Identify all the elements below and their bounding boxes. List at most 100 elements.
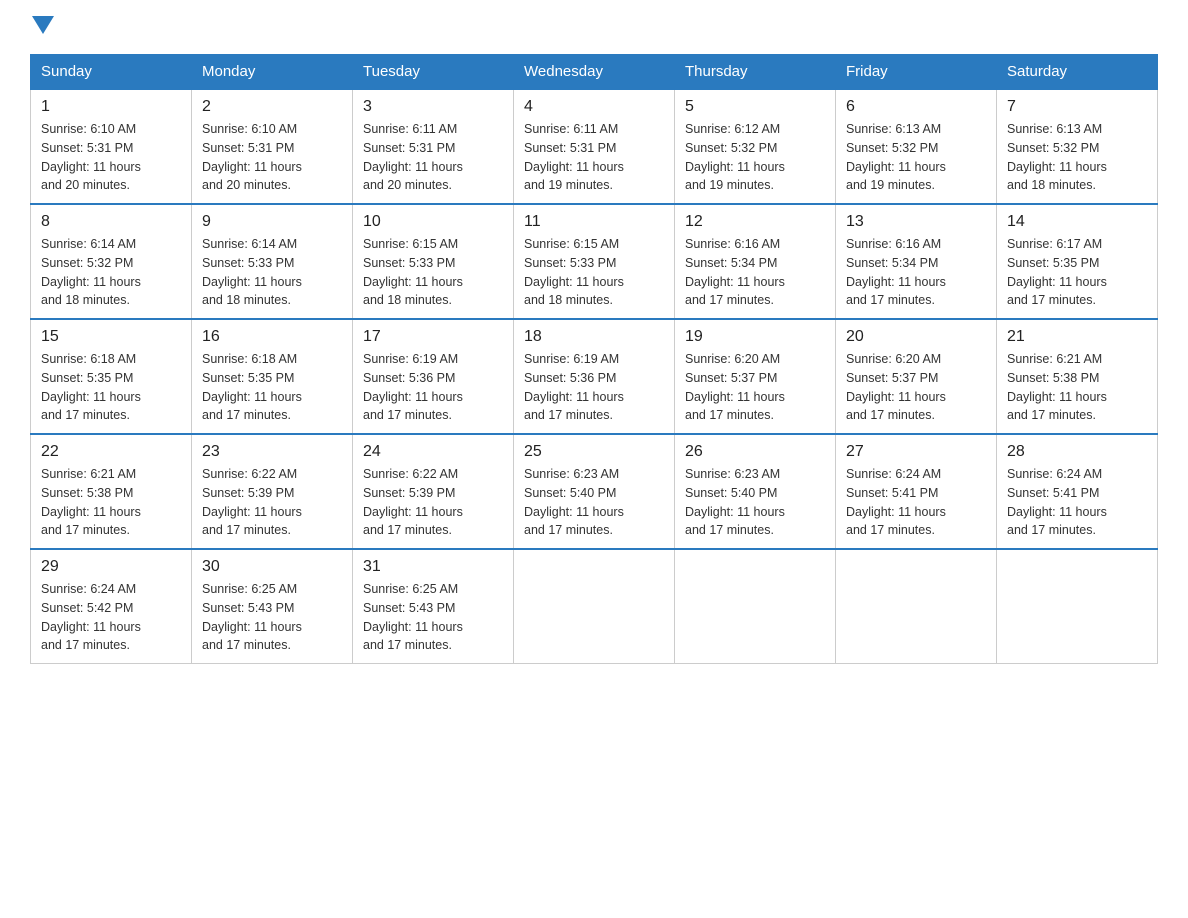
calendar-table: SundayMondayTuesdayWednesdayThursdayFrid… — [30, 54, 1158, 664]
day-info: Sunrise: 6:20 AMSunset: 5:37 PMDaylight:… — [846, 350, 986, 425]
day-info: Sunrise: 6:10 AMSunset: 5:31 PMDaylight:… — [41, 120, 181, 195]
calendar-cell: 22 Sunrise: 6:21 AMSunset: 5:38 PMDaylig… — [31, 434, 192, 549]
day-info: Sunrise: 6:22 AMSunset: 5:39 PMDaylight:… — [363, 465, 503, 540]
day-number: 20 — [846, 328, 986, 346]
day-of-week-header: Thursday — [675, 55, 836, 90]
calendar-cell: 23 Sunrise: 6:22 AMSunset: 5:39 PMDaylig… — [192, 434, 353, 549]
calendar-cell: 28 Sunrise: 6:24 AMSunset: 5:41 PMDaylig… — [997, 434, 1158, 549]
day-number: 21 — [1007, 328, 1147, 346]
day-of-week-header: Monday — [192, 55, 353, 90]
calendar-cell: 27 Sunrise: 6:24 AMSunset: 5:41 PMDaylig… — [836, 434, 997, 549]
day-info: Sunrise: 6:23 AMSunset: 5:40 PMDaylight:… — [685, 465, 825, 540]
calendar-cell: 30 Sunrise: 6:25 AMSunset: 5:43 PMDaylig… — [192, 549, 353, 664]
calendar-week-row: 8 Sunrise: 6:14 AMSunset: 5:32 PMDayligh… — [31, 204, 1158, 319]
calendar-cell: 26 Sunrise: 6:23 AMSunset: 5:40 PMDaylig… — [675, 434, 836, 549]
day-info: Sunrise: 6:25 AMSunset: 5:43 PMDaylight:… — [202, 580, 342, 655]
day-number: 30 — [202, 558, 342, 576]
day-info: Sunrise: 6:24 AMSunset: 5:41 PMDaylight:… — [846, 465, 986, 540]
day-number: 1 — [41, 98, 181, 116]
day-number: 23 — [202, 443, 342, 461]
calendar-cell: 17 Sunrise: 6:19 AMSunset: 5:36 PMDaylig… — [353, 319, 514, 434]
calendar-cell: 13 Sunrise: 6:16 AMSunset: 5:34 PMDaylig… — [836, 204, 997, 319]
page-header — [30, 20, 1158, 34]
day-info: Sunrise: 6:23 AMSunset: 5:40 PMDaylight:… — [524, 465, 664, 540]
calendar-cell: 16 Sunrise: 6:18 AMSunset: 5:35 PMDaylig… — [192, 319, 353, 434]
day-info: Sunrise: 6:19 AMSunset: 5:36 PMDaylight:… — [363, 350, 503, 425]
day-number: 3 — [363, 98, 503, 116]
calendar-cell: 18 Sunrise: 6:19 AMSunset: 5:36 PMDaylig… — [514, 319, 675, 434]
day-info: Sunrise: 6:11 AMSunset: 5:31 PMDaylight:… — [363, 120, 503, 195]
day-of-week-header: Wednesday — [514, 55, 675, 90]
day-number: 22 — [41, 443, 181, 461]
calendar-cell: 14 Sunrise: 6:17 AMSunset: 5:35 PMDaylig… — [997, 204, 1158, 319]
day-number: 13 — [846, 213, 986, 231]
calendar-cell: 25 Sunrise: 6:23 AMSunset: 5:40 PMDaylig… — [514, 434, 675, 549]
calendar-cell: 4 Sunrise: 6:11 AMSunset: 5:31 PMDayligh… — [514, 89, 675, 204]
day-number: 7 — [1007, 98, 1147, 116]
day-of-week-header: Sunday — [31, 55, 192, 90]
calendar-cell: 15 Sunrise: 6:18 AMSunset: 5:35 PMDaylig… — [31, 319, 192, 434]
day-info: Sunrise: 6:12 AMSunset: 5:32 PMDaylight:… — [685, 120, 825, 195]
day-info: Sunrise: 6:14 AMSunset: 5:33 PMDaylight:… — [202, 235, 342, 310]
calendar-cell: 10 Sunrise: 6:15 AMSunset: 5:33 PMDaylig… — [353, 204, 514, 319]
day-info: Sunrise: 6:13 AMSunset: 5:32 PMDaylight:… — [1007, 120, 1147, 195]
day-number: 15 — [41, 328, 181, 346]
day-info: Sunrise: 6:25 AMSunset: 5:43 PMDaylight:… — [363, 580, 503, 655]
day-info: Sunrise: 6:16 AMSunset: 5:34 PMDaylight:… — [846, 235, 986, 310]
calendar-cell — [836, 549, 997, 664]
day-number: 2 — [202, 98, 342, 116]
day-number: 4 — [524, 98, 664, 116]
day-info: Sunrise: 6:16 AMSunset: 5:34 PMDaylight:… — [685, 235, 825, 310]
calendar-cell: 7 Sunrise: 6:13 AMSunset: 5:32 PMDayligh… — [997, 89, 1158, 204]
day-of-week-header: Friday — [836, 55, 997, 90]
calendar-cell: 24 Sunrise: 6:22 AMSunset: 5:39 PMDaylig… — [353, 434, 514, 549]
day-info: Sunrise: 6:21 AMSunset: 5:38 PMDaylight:… — [41, 465, 181, 540]
day-number: 9 — [202, 213, 342, 231]
calendar-cell: 19 Sunrise: 6:20 AMSunset: 5:37 PMDaylig… — [675, 319, 836, 434]
day-info: Sunrise: 6:10 AMSunset: 5:31 PMDaylight:… — [202, 120, 342, 195]
day-info: Sunrise: 6:24 AMSunset: 5:41 PMDaylight:… — [1007, 465, 1147, 540]
day-of-week-header: Tuesday — [353, 55, 514, 90]
day-info: Sunrise: 6:22 AMSunset: 5:39 PMDaylight:… — [202, 465, 342, 540]
calendar-week-row: 1 Sunrise: 6:10 AMSunset: 5:31 PMDayligh… — [31, 89, 1158, 204]
day-number: 29 — [41, 558, 181, 576]
day-info: Sunrise: 6:18 AMSunset: 5:35 PMDaylight:… — [202, 350, 342, 425]
day-info: Sunrise: 6:18 AMSunset: 5:35 PMDaylight:… — [41, 350, 181, 425]
logo — [30, 20, 54, 34]
day-number: 25 — [524, 443, 664, 461]
day-number: 16 — [202, 328, 342, 346]
day-of-week-header: Saturday — [997, 55, 1158, 90]
day-number: 12 — [685, 213, 825, 231]
day-number: 11 — [524, 213, 664, 231]
calendar-cell: 11 Sunrise: 6:15 AMSunset: 5:33 PMDaylig… — [514, 204, 675, 319]
calendar-cell: 9 Sunrise: 6:14 AMSunset: 5:33 PMDayligh… — [192, 204, 353, 319]
day-number: 19 — [685, 328, 825, 346]
calendar-cell: 20 Sunrise: 6:20 AMSunset: 5:37 PMDaylig… — [836, 319, 997, 434]
logo-triangle-icon — [32, 16, 54, 38]
calendar-header-row: SundayMondayTuesdayWednesdayThursdayFrid… — [31, 55, 1158, 90]
day-number: 10 — [363, 213, 503, 231]
calendar-cell: 21 Sunrise: 6:21 AMSunset: 5:38 PMDaylig… — [997, 319, 1158, 434]
calendar-cell: 2 Sunrise: 6:10 AMSunset: 5:31 PMDayligh… — [192, 89, 353, 204]
calendar-cell: 1 Sunrise: 6:10 AMSunset: 5:31 PMDayligh… — [31, 89, 192, 204]
day-info: Sunrise: 6:11 AMSunset: 5:31 PMDaylight:… — [524, 120, 664, 195]
calendar-cell: 3 Sunrise: 6:11 AMSunset: 5:31 PMDayligh… — [353, 89, 514, 204]
calendar-cell: 5 Sunrise: 6:12 AMSunset: 5:32 PMDayligh… — [675, 89, 836, 204]
calendar-cell: 29 Sunrise: 6:24 AMSunset: 5:42 PMDaylig… — [31, 549, 192, 664]
calendar-week-row: 15 Sunrise: 6:18 AMSunset: 5:35 PMDaylig… — [31, 319, 1158, 434]
calendar-cell — [997, 549, 1158, 664]
calendar-week-row: 29 Sunrise: 6:24 AMSunset: 5:42 PMDaylig… — [31, 549, 1158, 664]
calendar-cell: 12 Sunrise: 6:16 AMSunset: 5:34 PMDaylig… — [675, 204, 836, 319]
day-number: 14 — [1007, 213, 1147, 231]
day-info: Sunrise: 6:24 AMSunset: 5:42 PMDaylight:… — [41, 580, 181, 655]
calendar-cell: 8 Sunrise: 6:14 AMSunset: 5:32 PMDayligh… — [31, 204, 192, 319]
day-number: 24 — [363, 443, 503, 461]
day-number: 27 — [846, 443, 986, 461]
day-number: 18 — [524, 328, 664, 346]
calendar-week-row: 22 Sunrise: 6:21 AMSunset: 5:38 PMDaylig… — [31, 434, 1158, 549]
day-info: Sunrise: 6:19 AMSunset: 5:36 PMDaylight:… — [524, 350, 664, 425]
calendar-cell — [675, 549, 836, 664]
day-info: Sunrise: 6:15 AMSunset: 5:33 PMDaylight:… — [524, 235, 664, 310]
day-info: Sunrise: 6:15 AMSunset: 5:33 PMDaylight:… — [363, 235, 503, 310]
day-number: 5 — [685, 98, 825, 116]
